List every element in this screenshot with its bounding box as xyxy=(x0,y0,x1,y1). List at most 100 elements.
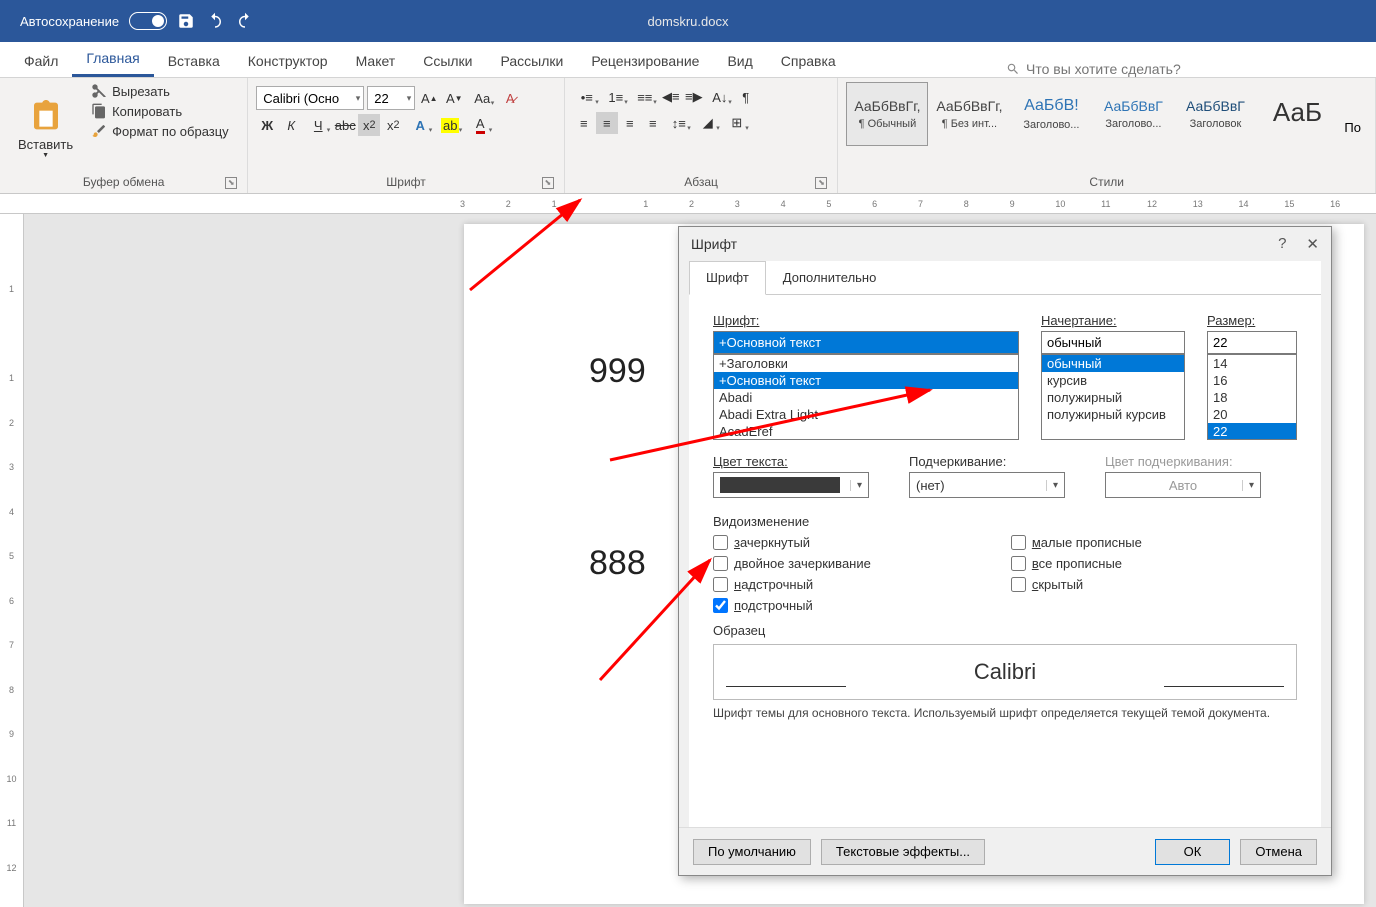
bold-button[interactable]: Ж xyxy=(256,114,278,136)
bullets-button[interactable]: •≡ xyxy=(573,86,601,108)
tab-review[interactable]: Рецензирование xyxy=(577,45,713,77)
font-name-combo[interactable]: Calibri (Осно xyxy=(256,86,364,110)
tab-file[interactable]: Файл xyxy=(10,45,72,77)
tab-references[interactable]: Ссылки xyxy=(409,45,486,77)
effect-checkbox[interactable]: надстрочный xyxy=(713,577,871,592)
list-item[interactable]: Abadi xyxy=(714,389,1018,406)
borders-button[interactable]: ⊞ xyxy=(723,112,751,134)
text-effects-button[interactable]: A xyxy=(406,114,434,136)
style-item[interactable]: АаБ xyxy=(1256,82,1338,146)
list-item[interactable]: полужирный курсив xyxy=(1042,406,1184,423)
styles-gallery[interactable]: АаБбВвГг,¶ ОбычныйАаБбВвГг,¶ Без инт...А… xyxy=(846,82,1367,173)
font-color-dropdown[interactable] xyxy=(713,472,869,498)
effect-checkbox[interactable]: малые прописные xyxy=(1011,535,1142,550)
strikethrough-button[interactable]: abc xyxy=(334,114,356,136)
list-item[interactable]: полужирный xyxy=(1042,389,1184,406)
font-style-listbox[interactable]: обычныйкурсивполужирныйполужирный курсив xyxy=(1041,354,1185,440)
ok-button[interactable]: ОК xyxy=(1155,839,1231,865)
font-size-combo[interactable]: 22 xyxy=(367,86,415,110)
underline-button[interactable]: Ч xyxy=(304,114,332,136)
multilevel-button[interactable]: ≡≡ xyxy=(631,86,659,108)
list-item[interactable]: Abadi Extra Light xyxy=(714,406,1018,423)
line-spacing-button[interactable]: ↕≡ xyxy=(665,112,693,134)
clear-formatting-button[interactable]: A̷ xyxy=(499,87,521,109)
align-left-button[interactable]: ≡ xyxy=(573,112,595,134)
cancel-button[interactable]: Отмена xyxy=(1240,839,1317,865)
redo-icon[interactable] xyxy=(235,12,255,30)
underline-dropdown[interactable]: (нет) xyxy=(909,472,1065,498)
font-name-input[interactable] xyxy=(713,331,1019,354)
dialog-close-button[interactable]: ✕ xyxy=(1306,235,1319,253)
list-item[interactable]: обычный xyxy=(1042,355,1184,372)
list-item[interactable]: +Заголовки xyxy=(714,355,1018,372)
grow-font-button[interactable]: A▲ xyxy=(418,87,440,109)
superscript-button[interactable]: x2 xyxy=(382,114,404,136)
autosave-toggle[interactable] xyxy=(129,12,167,30)
format-painter-button[interactable]: Формат по образцу xyxy=(87,122,233,140)
show-marks-button[interactable]: ¶ xyxy=(735,86,757,108)
undo-icon[interactable] xyxy=(205,12,225,30)
font-name-listbox[interactable]: +Заголовки+Основной текстAbadiAbadi Extr… xyxy=(713,354,1019,440)
shrink-font-button[interactable]: A▼ xyxy=(443,87,465,109)
effect-checkbox[interactable]: подстрочный xyxy=(713,598,871,613)
shading-button[interactable]: ◢ xyxy=(694,112,722,134)
sort-button[interactable]: A↓ xyxy=(706,86,734,108)
font-color-button[interactable]: A xyxy=(466,114,494,136)
highlight-button[interactable]: ab xyxy=(436,114,464,136)
font-launcher[interactable]: ⬊ xyxy=(542,177,554,189)
tab-mailings[interactable]: Рассылки xyxy=(487,45,578,77)
style-item[interactable]: АаБбВвГЗаголово... xyxy=(1092,82,1174,146)
list-item[interactable]: 16 xyxy=(1208,372,1296,389)
search-input[interactable] xyxy=(1026,61,1226,77)
effect-checkbox[interactable]: скрытый xyxy=(1011,577,1142,592)
default-button[interactable]: По умолчанию xyxy=(693,839,811,865)
sample-label: Образец xyxy=(713,623,1297,638)
change-case-button[interactable]: Aa xyxy=(468,87,496,109)
style-item[interactable]: АаБбВвГг,¶ Без инт... xyxy=(928,82,1010,146)
effect-checkbox[interactable]: зачеркнутый xyxy=(713,535,871,550)
effect-checkbox[interactable]: все прописные xyxy=(1011,556,1142,571)
list-item[interactable]: 20 xyxy=(1208,406,1296,423)
tell-me-search[interactable] xyxy=(1006,61,1226,77)
save-icon[interactable] xyxy=(177,12,195,30)
list-item[interactable]: 18 xyxy=(1208,389,1296,406)
paste-button[interactable]: Вставить ▼ xyxy=(8,82,83,173)
decrease-indent-button[interactable]: ◀≡ xyxy=(660,86,682,108)
dialog-help-button[interactable]: ? xyxy=(1278,235,1286,253)
font-size-listbox[interactable]: 1416182022 xyxy=(1207,354,1297,440)
style-item[interactable]: АаБбВвГг,¶ Обычный xyxy=(846,82,928,146)
justify-button[interactable]: ≡ xyxy=(642,112,664,134)
cut-button[interactable]: Вырезать xyxy=(87,82,233,100)
tab-home[interactable]: Главная xyxy=(72,42,153,77)
list-item[interactable]: курсив xyxy=(1042,372,1184,389)
style-item[interactable]: АаБбВвГЗаголовок xyxy=(1174,82,1256,146)
list-item[interactable]: AcadEref xyxy=(714,423,1018,440)
align-right-button[interactable]: ≡ xyxy=(619,112,641,134)
align-center-button[interactable]: ≡ xyxy=(596,112,618,134)
list-item[interactable]: 22 xyxy=(1208,423,1296,440)
dialog-title: Шрифт xyxy=(691,236,737,252)
numbering-button[interactable]: 1≡ xyxy=(602,86,630,108)
effect-checkbox[interactable]: двойное зачеркивание xyxy=(713,556,871,571)
tab-layout[interactable]: Макет xyxy=(342,45,410,77)
text-effects-button[interactable]: Текстовые эффекты... xyxy=(821,839,985,865)
list-item[interactable]: +Основной текст xyxy=(714,372,1018,389)
subscript-button[interactable]: x2 xyxy=(358,114,380,136)
horizontal-ruler[interactable]: 32112345678910111213141516 xyxy=(0,194,1376,214)
dialog-tab-font[interactable]: Шрифт xyxy=(689,261,766,295)
clipboard-launcher[interactable]: ⬊ xyxy=(225,177,237,189)
font-style-input[interactable] xyxy=(1041,331,1185,354)
dialog-tab-advanced[interactable]: Дополнительно xyxy=(766,261,894,294)
style-item[interactable]: АаБбВ!Заголово... xyxy=(1010,82,1092,146)
increase-indent-button[interactable]: ≡▶ xyxy=(683,86,705,108)
font-size-input[interactable] xyxy=(1207,331,1297,354)
tab-insert[interactable]: Вставка xyxy=(154,45,234,77)
tab-help[interactable]: Справка xyxy=(767,45,850,77)
copy-button[interactable]: Копировать xyxy=(87,102,233,120)
italic-button[interactable]: К xyxy=(280,114,302,136)
tab-view[interactable]: Вид xyxy=(713,45,766,77)
vertical-ruler[interactable]: 1123456789101112 xyxy=(0,214,24,907)
paragraph-launcher[interactable]: ⬊ xyxy=(815,177,827,189)
tab-design[interactable]: Конструктор xyxy=(234,45,342,77)
list-item[interactable]: 14 xyxy=(1208,355,1296,372)
